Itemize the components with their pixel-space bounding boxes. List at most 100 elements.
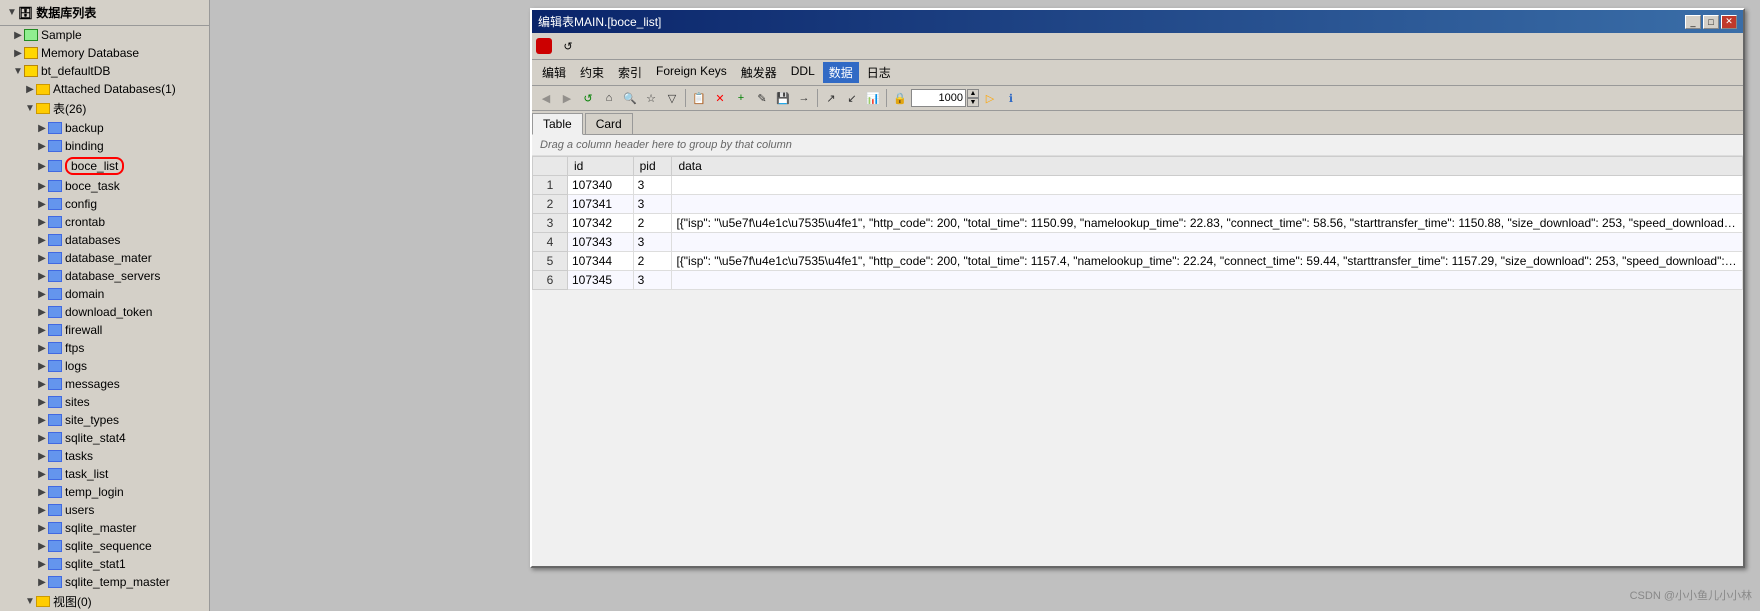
memory-db-icon [24,47,38,59]
menu-index[interactable]: 索引 [612,62,648,83]
spinner-down[interactable]: ▼ [967,98,979,107]
toolbar2-back-btn[interactable]: ◀ [536,88,556,108]
sidebar-item-download-token[interactable]: ▶ download_token [0,303,209,321]
sidebar-item-sample[interactable]: ▶ Sample [0,26,209,44]
sidebar-item-sites[interactable]: ▶ sites [0,393,209,411]
close-button[interactable]: ✕ [1721,15,1737,29]
cell-id[interactable]: 107340 [568,176,634,195]
toolbar2-run-btn[interactable]: ▷ [980,88,1000,108]
spinner-up[interactable]: ▲ [967,89,979,98]
cell-pid[interactable]: 2 [633,252,672,271]
sidebar-item-memory-database[interactable]: ▶ Memory Database [0,44,209,62]
sidebar-item-domain[interactable]: ▶ domain [0,285,209,303]
cell-pid[interactable]: 3 [633,271,672,290]
cell-id[interactable]: 107341 [568,195,634,214]
toolbar2-export-btn[interactable]: ↗ [821,88,841,108]
toolbar2-lock-btn[interactable]: 🔒 [890,88,910,108]
cell-data[interactable]: [{"isp": "\u5e7f\u4e1c\u7535\u4fe1", "ht… [672,252,1743,271]
sidebar-item-logs[interactable]: ▶ logs [0,357,209,375]
sidebar-item-bt-defaultdb[interactable]: ▼ bt_defaultDB [0,62,209,80]
cell-pid[interactable]: 2 [633,214,672,233]
limit-spinner[interactable]: ▲ ▼ [967,89,979,107]
sidebar-item-views[interactable]: ▼ 视图(0) [0,591,209,611]
stop-button[interactable] [536,38,552,54]
cell-id[interactable]: 107344 [568,252,634,271]
sidebar-expand-icon[interactable]: ▼ [6,7,18,19]
cell-data[interactable] [672,271,1743,290]
menu-log[interactable]: 日志 [861,62,897,83]
cell-data[interactable] [672,176,1743,195]
menu-ddl[interactable]: DDL [785,62,821,83]
sidebar-item-firewall[interactable]: ▶ firewall [0,321,209,339]
toolbar2-home-btn[interactable]: ⌂ [599,88,619,108]
sidebar-item-boce-list[interactable]: ▶ boce_list [0,155,209,177]
menu-foreign-keys[interactable]: Foreign Keys [650,62,733,83]
sidebar-item-database-servers[interactable]: ▶ database_servers [0,267,209,285]
table-row[interactable]: 51073442[{"isp": "\u5e7f\u4e1c\u7535\u4f… [533,252,1743,271]
menu-constraint[interactable]: 约束 [574,62,610,83]
toolbar2-refresh-btn[interactable]: ↺ [578,88,598,108]
table-row[interactable]: 11073403 [533,176,1743,195]
sidebar-item-site-types[interactable]: ▶ site_types [0,411,209,429]
sidebar-item-attached[interactable]: ▶ Attached Databases(1) [0,80,209,98]
cell-pid[interactable]: 3 [633,195,672,214]
sidebar-item-boce-task[interactable]: ▶ boce_task [0,177,209,195]
sidebar-item-ftps[interactable]: ▶ ftps [0,339,209,357]
cell-pid[interactable]: 3 [633,233,672,252]
toolbar2-search-btn[interactable]: 🔍 [620,88,640,108]
toolbar2-import-btn[interactable]: ↙ [842,88,862,108]
sidebar-item-sqlite-temp-master[interactable]: ▶ sqlite_temp_master [0,573,209,591]
sidebar-item-tables[interactable]: ▼ 表(26) [0,98,209,119]
toolbar2-chart-btn[interactable]: 📊 [863,88,883,108]
menu-triggers[interactable]: 触发器 [735,62,783,83]
table-row[interactable]: 41073433 [533,233,1743,252]
toolbar2-copy-btn[interactable]: 📋 [689,88,709,108]
cell-data[interactable] [672,195,1743,214]
table-container[interactable]: id pid data 110734032107341331073422[{"i… [532,156,1743,290]
sidebar-item-temp-login[interactable]: ▶ temp_login [0,483,209,501]
limit-input[interactable]: 1000 [911,89,966,107]
sidebar-item-tasks[interactable]: ▶ tasks [0,447,209,465]
toolbar2-edit-btn[interactable]: ✎ [752,88,772,108]
table-row[interactable]: 31073422[{"isp": "\u5e7f\u4e1c\u7535\u4f… [533,214,1743,233]
tab-card[interactable]: Card [585,113,633,134]
sidebar-item-databases[interactable]: ▶ databases [0,231,209,249]
toolbar2-add-btn[interactable]: + [731,88,751,108]
sidebar-item-task-list[interactable]: ▶ task_list [0,465,209,483]
sidebar-item-messages[interactable]: ▶ messages [0,375,209,393]
toolbar2-forward-btn[interactable]: ▶ [557,88,577,108]
toolbar2-delete-btn[interactable]: ✕ [710,88,730,108]
sidebar-item-sqlite-stat4[interactable]: ▶ sqlite_stat4 [0,429,209,447]
cell-id[interactable]: 107342 [568,214,634,233]
tab-table[interactable]: Table [532,113,583,135]
menu-edit[interactable]: 编辑 [536,62,572,83]
cell-id[interactable]: 107343 [568,233,634,252]
table-row[interactable]: 61073453 [533,271,1743,290]
maximize-button[interactable]: □ [1703,15,1719,29]
toolbar2-arrow-btn[interactable]: → [794,88,814,108]
sidebar-item-sqlite-stat1[interactable]: ▶ sqlite_stat1 [0,555,209,573]
sidebar-label-users: users [65,503,94,517]
cell-data[interactable]: [{"isp": "\u5e7f\u4e1c\u7535\u4fe1", "ht… [672,214,1743,233]
toolbar2-info-btn[interactable]: ℹ [1001,88,1021,108]
sidebar-label-views: 视图(0) [53,593,92,610]
menu-data[interactable]: 数据 [823,62,859,83]
table-icon-firewall [48,324,62,336]
sidebar-item-backup[interactable]: ▶ backup [0,119,209,137]
cell-pid[interactable]: 3 [633,176,672,195]
minimize-button[interactable]: _ [1685,15,1701,29]
sidebar-item-config[interactable]: ▶ config [0,195,209,213]
toolbar2-save-btn[interactable]: 💾 [773,88,793,108]
cell-data[interactable] [672,233,1743,252]
sidebar-item-crontab[interactable]: ▶ crontab [0,213,209,231]
toolbar2-filter-btn[interactable]: ▽ [662,88,682,108]
cell-id[interactable]: 107345 [568,271,634,290]
sidebar-item-database-mater[interactable]: ▶ database_mater [0,249,209,267]
table-row[interactable]: 21073413 [533,195,1743,214]
sidebar-item-sqlite-master[interactable]: ▶ sqlite_master [0,519,209,537]
sidebar-item-binding[interactable]: ▶ binding [0,137,209,155]
toolbar-refresh-btn[interactable]: ↺ [558,36,578,56]
sidebar-item-sqlite-sequence[interactable]: ▶ sqlite_sequence [0,537,209,555]
toolbar2-star-btn[interactable]: ☆ [641,88,661,108]
sidebar-item-users[interactable]: ▶ users [0,501,209,519]
